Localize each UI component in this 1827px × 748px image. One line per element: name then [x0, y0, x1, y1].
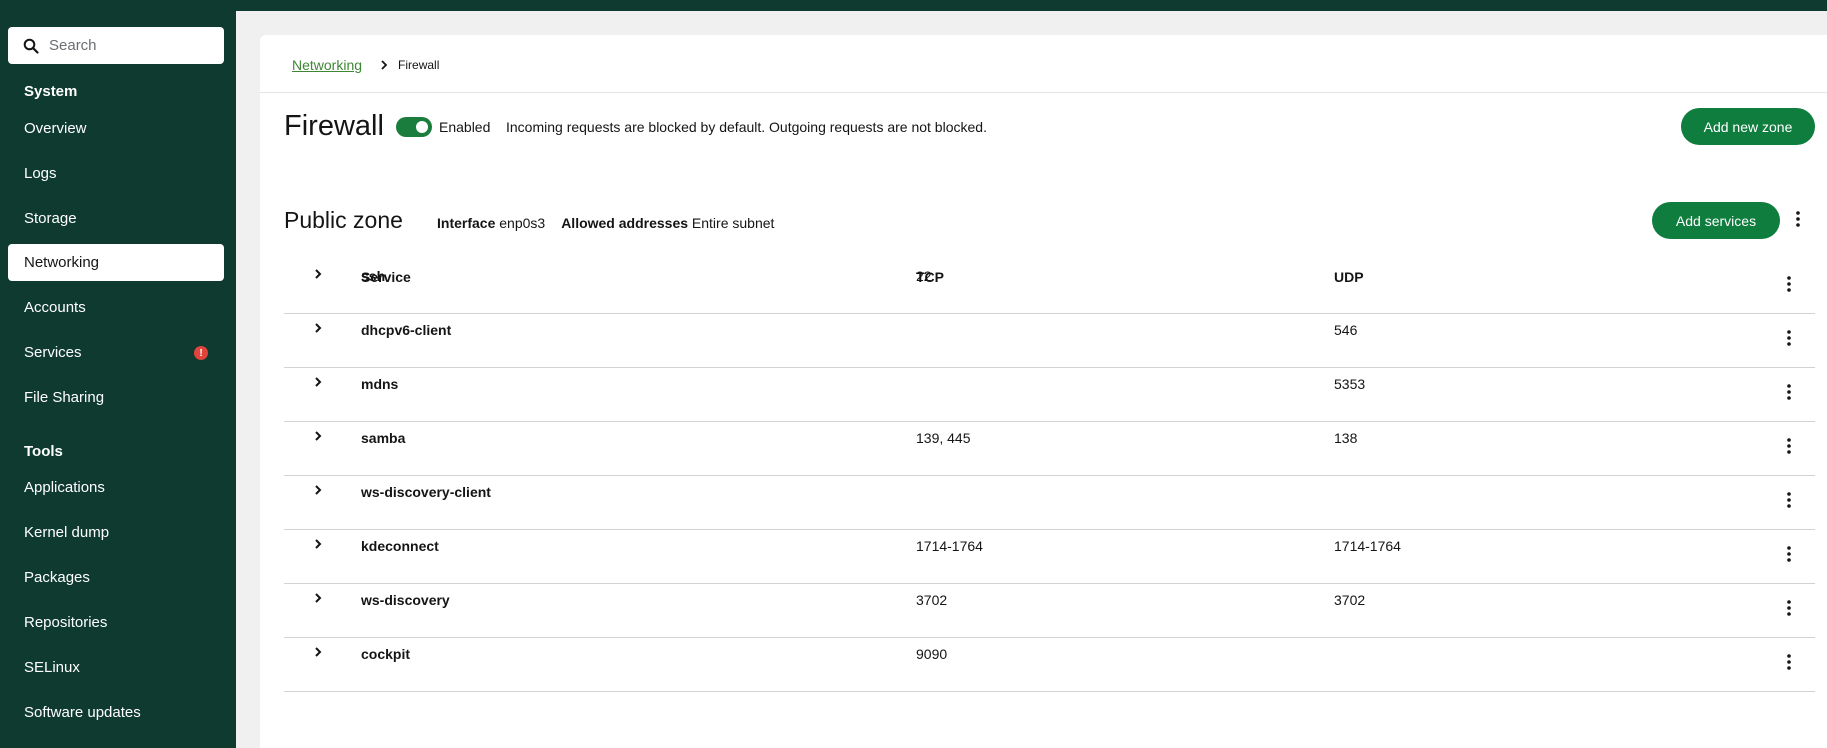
sidebar-item-software-updates[interactable]: Software updates — [8, 694, 224, 731]
sidebar-item-label: Networking — [24, 254, 100, 271]
sidebar-item-packages[interactable]: Packages — [8, 559, 224, 596]
sidebar-item-storage[interactable]: Storage — [8, 200, 224, 237]
sidebar-item-label: Accounts — [24, 299, 86, 316]
sidebar-item-file-sharing[interactable]: File Sharing — [8, 379, 224, 416]
row-kebab-icon[interactable] — [1779, 434, 1799, 458]
add-services-button[interactable]: Add services — [1652, 202, 1780, 239]
service-name: samba — [361, 430, 406, 446]
sidebar-item-label: Applications — [24, 479, 105, 496]
interface-label: Interface — [437, 215, 496, 231]
chevron-right-icon[interactable] — [310, 266, 326, 282]
table-row: kdeconnect 1714-1764 1714-1764 — [284, 530, 1815, 584]
sidebar-item-label: Logs — [24, 165, 57, 182]
top-bar — [236, 0, 1827, 11]
zone-interface: Interface enp0s3 — [437, 215, 545, 231]
breadcrumb: Networking Firewall — [292, 57, 439, 73]
chevron-right-icon[interactable] — [310, 320, 326, 336]
sidebar-item-label: Overview — [24, 120, 87, 137]
table-row: samba 139, 445 138 — [284, 422, 1815, 476]
zone-kebab-icon[interactable] — [1788, 207, 1808, 231]
udp-ports: 1714-1764 — [1334, 538, 1401, 554]
sidebar-item-label: Storage — [24, 210, 77, 227]
chevron-right-icon[interactable] — [310, 644, 326, 660]
tcp-ports: 3702 — [916, 592, 948, 608]
chevron-right-icon[interactable] — [310, 482, 326, 498]
sidebar-item-logs[interactable]: Logs — [8, 155, 224, 192]
row-kebab-icon[interactable] — [1779, 542, 1799, 566]
search-input[interactable] — [49, 37, 209, 54]
search-icon — [23, 38, 39, 54]
udp-ports: 546 — [1334, 322, 1358, 338]
udp-ports: 138 — [1334, 430, 1358, 446]
section-tools: Tools — [24, 443, 63, 460]
allowed-label: Allowed addresses — [561, 215, 689, 231]
table-row: dhcpv6-client 546 — [284, 314, 1815, 368]
service-name: kdeconnect — [361, 538, 439, 554]
chevron-right-icon — [381, 60, 388, 70]
toggle-knob — [416, 121, 428, 133]
row-kebab-icon[interactable] — [1779, 596, 1799, 620]
service-name: ssh — [361, 268, 386, 284]
tcp-ports: 139, 445 — [916, 430, 971, 446]
sidebar-item-label: Services — [24, 344, 82, 361]
sidebar-item-repositories[interactable]: Repositories — [8, 604, 224, 641]
sidebar: System Overview Logs Storage Networking … — [0, 0, 236, 748]
table-row: ssh 22 — [284, 260, 1815, 314]
chevron-right-icon[interactable] — [310, 536, 326, 552]
row-kebab-icon[interactable] — [1779, 272, 1799, 296]
chevron-right-icon[interactable] — [310, 590, 326, 606]
udp-ports: 5353 — [1334, 376, 1366, 392]
section-system: System — [24, 83, 78, 100]
alert-badge-icon: ! — [194, 346, 208, 360]
breadcrumb-current: Firewall — [398, 58, 440, 72]
interface-value: enp0s3 — [499, 215, 546, 231]
service-name: dhcpv6-client — [361, 322, 452, 338]
tcp-ports: 22 — [916, 268, 932, 284]
sidebar-item-overview[interactable]: Overview — [8, 110, 224, 147]
sidebar-item-label: Software updates — [24, 704, 141, 721]
sidebar-item-networking[interactable]: Networking — [8, 244, 224, 281]
table-row: mdns 5353 — [284, 368, 1815, 422]
service-name: ws-discovery — [361, 592, 450, 608]
chevron-right-icon[interactable] — [310, 374, 326, 390]
row-kebab-icon[interactable] — [1779, 326, 1799, 350]
main-card: Networking Firewall Firewall Enabled Inc… — [260, 35, 1827, 748]
sidebar-item-label: Packages — [24, 569, 90, 586]
row-kebab-icon[interactable] — [1779, 380, 1799, 404]
search-box[interactable] — [8, 27, 224, 64]
service-name: ws-discovery-client — [361, 484, 491, 500]
row-kebab-icon[interactable] — [1779, 650, 1799, 674]
page-title: Firewall — [284, 110, 384, 142]
sidebar-item-kernel-dump[interactable]: Kernel dump — [8, 514, 224, 551]
toggle-label: Enabled — [439, 119, 491, 135]
sidebar-item-applications[interactable]: Applications — [8, 469, 224, 506]
tcp-ports: 1714-1764 — [916, 538, 983, 554]
table-row: cockpit 9090 — [284, 638, 1815, 692]
sidebar-item-label: File Sharing — [24, 389, 105, 406]
row-kebab-icon[interactable] — [1779, 488, 1799, 512]
firewall-description: Incoming requests are blocked by default… — [506, 119, 987, 135]
zone-title: Public zone — [284, 207, 403, 233]
service-name: cockpit — [361, 646, 411, 662]
sidebar-item-label: SELinux — [24, 659, 80, 676]
service-name: mdns — [361, 376, 399, 392]
sidebar-item-label: Kernel dump — [24, 524, 110, 541]
table-row: ws-discovery-client — [284, 476, 1815, 530]
firewall-enabled-toggle[interactable] — [396, 117, 432, 137]
table-row: ws-discovery 3702 3702 — [284, 584, 1815, 638]
sidebar-item-services[interactable]: Services ! — [8, 334, 224, 371]
udp-ports: 3702 — [1334, 592, 1366, 608]
sidebar-item-selinux[interactable]: SELinux — [8, 649, 224, 686]
sidebar-item-label: Repositories — [24, 614, 108, 631]
zone-allowed-addresses: Allowed addresses Entire subnet — [561, 215, 774, 231]
divider — [260, 92, 1827, 93]
add-new-zone-button[interactable]: Add new zone — [1681, 108, 1815, 145]
sidebar-item-accounts[interactable]: Accounts — [8, 289, 224, 326]
zone-meta: Interface enp0s3 Allowed addresses Entir… — [437, 215, 774, 231]
allowed-value: Entire subnet — [691, 215, 775, 231]
tcp-ports: 9090 — [916, 646, 948, 662]
breadcrumb-networking-link[interactable]: Networking — [292, 57, 362, 73]
chevron-right-icon[interactable] — [310, 428, 326, 444]
